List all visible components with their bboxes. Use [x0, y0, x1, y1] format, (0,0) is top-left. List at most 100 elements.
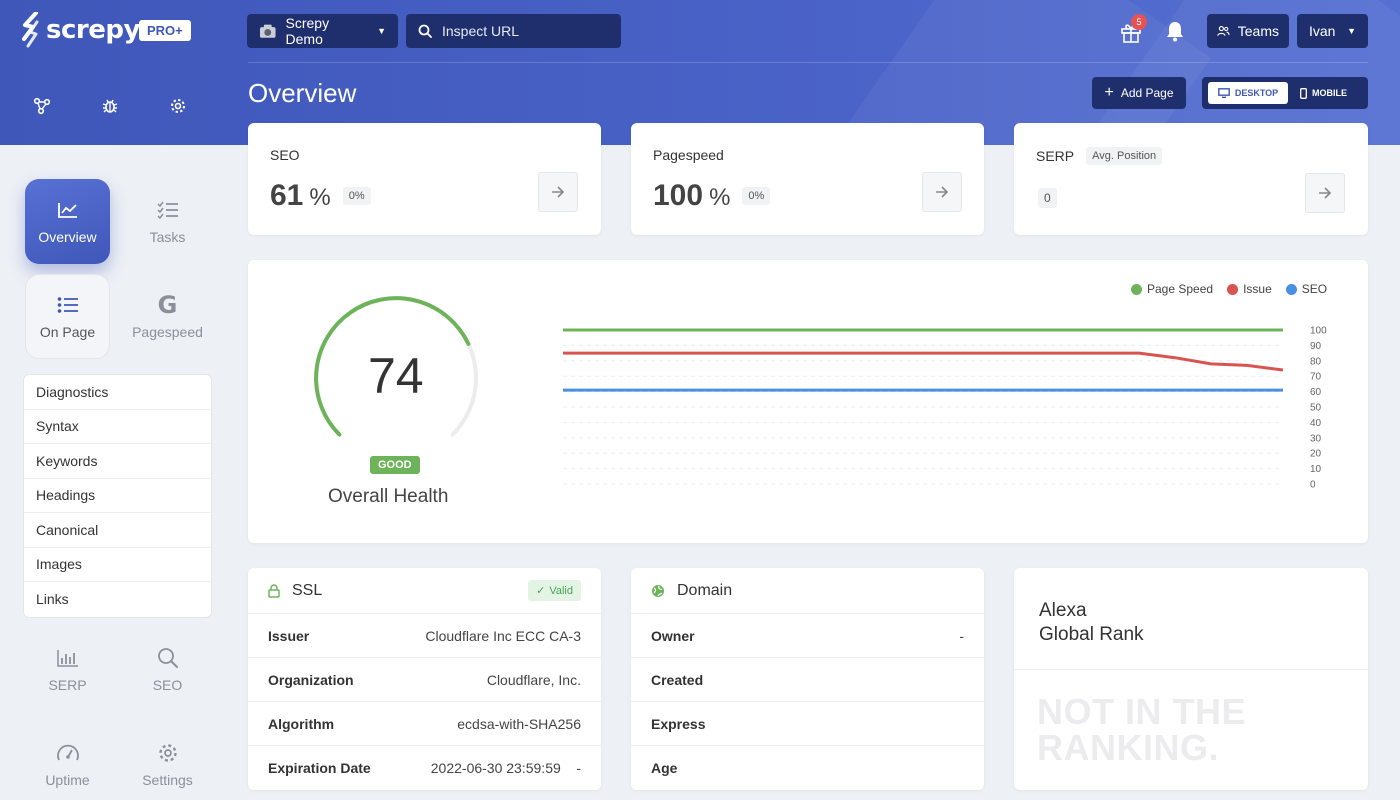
serp-details-button[interactable]	[1305, 173, 1345, 213]
trend-line-chart: 1009080706050403020100	[563, 326, 1327, 491]
submenu-item-diagnostics[interactable]: Diagnostics	[24, 375, 211, 410]
submenu-item-canonical[interactable]: Canonical	[24, 513, 211, 548]
submenu-item-syntax[interactable]: Syntax	[24, 410, 211, 444]
caret-down-icon: ▼	[1347, 26, 1356, 36]
ssl-status-label: Valid	[549, 584, 573, 597]
metric-value: 100 % 0%	[653, 179, 771, 213]
arrow-right-icon	[936, 186, 949, 198]
row-key: Expiration Date	[268, 760, 371, 776]
ssl-row-algorithm: Algorithm ecdsa-with-SHA256	[248, 702, 601, 746]
domain-card: Domain Owner - Created Express Age	[631, 568, 984, 790]
header-divider	[248, 62, 1368, 63]
sidebar-item-on-page[interactable]: On Page	[25, 274, 110, 359]
alexa-rank-card: Alexa Global Rank NOT IN THE RANKING.	[1014, 568, 1368, 790]
y-tick-label: 30	[1310, 433, 1322, 444]
submenu-item-headings[interactable]: Headings	[24, 479, 211, 513]
sidebar-item-pagespeed[interactable]: G Pagespeed	[125, 274, 210, 359]
sidebar-item-tasks[interactable]: Tasks	[125, 179, 210, 264]
arrow-right-icon	[552, 186, 565, 198]
legend-label: SEO	[1301, 282, 1328, 296]
sidebar-item-settings[interactable]: Settings	[125, 722, 210, 800]
search-icon	[418, 24, 432, 38]
sidebar-item-label: On Page	[39, 323, 96, 340]
sidebar-item-serp[interactable]: SERP	[25, 627, 110, 712]
row-key: Issuer	[268, 627, 310, 644]
metric-title: Pagespeed	[653, 147, 724, 163]
page-title: Overview	[248, 78, 357, 108]
search-icon	[157, 647, 179, 669]
teams-button[interactable]: Teams	[1207, 14, 1289, 48]
gear-icon	[157, 742, 179, 764]
legend-item-seo[interactable]: SEO	[1285, 282, 1328, 296]
legend-label: Page Speed	[1147, 282, 1214, 296]
user-menu[interactable]: Ivan ▼	[1297, 14, 1368, 48]
ssl-row-organization: Organization Cloudflare, Inc.	[248, 658, 601, 702]
gear-icon[interactable]	[168, 96, 188, 116]
logo[interactable]: screpy	[22, 12, 140, 48]
row-value: Cloudflare Inc ECC CA-3	[425, 627, 581, 644]
seo-score: 61	[270, 179, 304, 212]
share-nodes-icon[interactable]	[32, 96, 52, 116]
ssl-card: SSL ✓ Valid Issuer Cloudflare Inc ECC CA-…	[248, 568, 601, 790]
bar-chart-icon	[56, 647, 79, 669]
bell-icon[interactable]	[1165, 20, 1185, 47]
y-tick-label: 40	[1310, 418, 1322, 429]
on-page-submenu: Diagnostics Syntax Keywords Headings Can…	[23, 374, 212, 618]
row-key: Algorithm	[268, 715, 335, 732]
project-selector[interactable]: Screpy Demo ▼	[247, 14, 398, 48]
monitor-icon	[1217, 88, 1230, 98]
sidebar-item-uptime[interactable]: Uptime	[25, 722, 110, 800]
seo-metric-card: SEO 61 % 0%	[248, 123, 601, 235]
metric-title: SERP Avg. Position	[1036, 147, 1163, 165]
change-badge: 0%	[342, 187, 371, 205]
mobile-label: MOBILE	[1312, 88, 1347, 98]
avg-position-badge: Avg. Position	[1086, 147, 1163, 165]
checklist-icon	[156, 199, 179, 221]
sidebar-item-seo[interactable]: SEO	[125, 627, 210, 712]
sidebar-item-overview[interactable]: Overview	[25, 179, 110, 264]
serp-metric-card: SERP Avg. Position 0	[1014, 123, 1368, 235]
logo-text: screpy	[46, 15, 140, 45]
y-tick-label: 10	[1310, 464, 1322, 475]
series-line-issue[interactable]	[563, 351, 1284, 372]
sidebar-item-label: Tasks	[149, 228, 186, 245]
desktop-label: DESKTOP	[1234, 88, 1279, 98]
domain-row-express: Express	[631, 702, 984, 746]
plus-icon: +	[1104, 84, 1114, 101]
pagespeed-score: 100	[653, 179, 704, 212]
submenu-item-images[interactable]: Images	[24, 548, 211, 582]
domain-card-header: Domain	[631, 568, 984, 614]
chart-legend: Page Speed Issue SEO	[1131, 282, 1327, 296]
ssl-row-issuer: Issuer Cloudflare Inc ECC CA-3	[248, 614, 601, 658]
alexa-rank-line: RANKING.	[1037, 727, 1219, 768]
pagespeed-details-button[interactable]	[922, 172, 962, 212]
seo-details-button[interactable]	[538, 172, 578, 212]
metric-unit: %	[309, 184, 331, 211]
row-value: Cloudflare, Inc.	[486, 671, 581, 688]
project-name: Screpy Demo	[285, 15, 330, 47]
y-tick-label: 20	[1310, 449, 1322, 460]
bug-icon[interactable]	[100, 96, 120, 116]
submenu-item-links[interactable]: Links	[24, 582, 211, 617]
legend-item-issue[interactable]: Issue	[1227, 282, 1272, 296]
google-icon: G	[157, 290, 178, 319]
phone-icon	[1300, 87, 1307, 99]
serp-title: SERP	[1036, 148, 1075, 164]
submenu-item-keywords[interactable]: Keywords	[24, 444, 211, 479]
domain-row-age: Age	[631, 746, 984, 790]
inspect-url-search[interactable]: Inspect URL	[406, 14, 621, 48]
search-input[interactable]: Inspect URL	[442, 23, 519, 39]
desktop-view-button[interactable]: DESKTOP	[1208, 82, 1288, 104]
logo-mark-icon	[22, 12, 39, 48]
add-page-button[interactable]: + Add Page	[1092, 77, 1186, 109]
row-value: 2022-06-30 23:59:59 -	[430, 760, 581, 776]
sidebar-item-label: Pagespeed	[132, 323, 203, 340]
mobile-view-button[interactable]: MOBILE	[1292, 82, 1355, 104]
metric-title: SEO	[270, 147, 300, 163]
legend-dot	[1131, 283, 1142, 295]
legend-item-page-speed[interactable]: Page Speed	[1131, 282, 1213, 296]
pagespeed-metric-card: Pagespeed 100 % 0%	[631, 123, 984, 235]
alexa-title-line: Alexa	[1039, 600, 1087, 621]
metric-value: 61 % 0%	[270, 179, 371, 213]
globe-icon	[652, 584, 664, 597]
